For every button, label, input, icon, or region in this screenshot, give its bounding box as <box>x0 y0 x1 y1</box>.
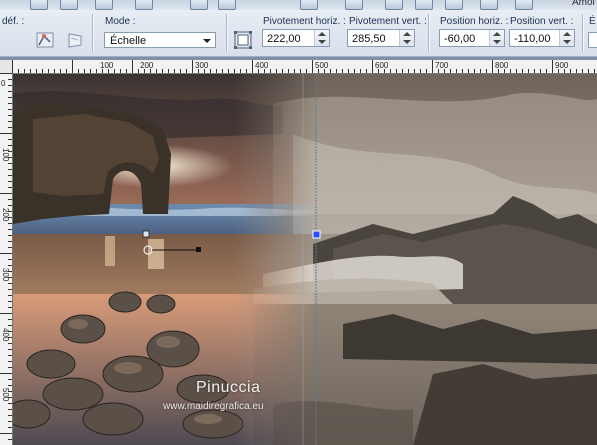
ruler-mark: 400 <box>1 328 10 342</box>
arrow-down-icon <box>318 40 326 44</box>
ruler-mark: 700 <box>435 61 449 70</box>
redo-icon[interactable] <box>218 0 236 10</box>
rot-v-spinner[interactable] <box>399 30 414 46</box>
info-icon[interactable] <box>345 0 363 10</box>
document-icon[interactable] <box>60 0 78 10</box>
view-icon[interactable] <box>385 0 403 10</box>
fit-icon[interactable] <box>480 0 498 10</box>
ruler-mark: 500 <box>315 61 329 70</box>
pos-v-spinner[interactable] <box>559 30 574 46</box>
rot-h-spinner[interactable] <box>314 30 329 46</box>
ruler-mark: 200 <box>140 61 154 70</box>
canvas-image[interactable]: Pinuccia www.maidiregrafica.eu <box>13 74 597 445</box>
ruler-mark: 900 <box>555 61 569 70</box>
pos-h-value: -60,00 <box>444 33 476 45</box>
undo-icon[interactable] <box>190 0 208 10</box>
print-icon[interactable] <box>135 0 153 10</box>
ruler-mark: 100 <box>100 61 114 70</box>
ruler-mark: 0 <box>1 79 6 88</box>
ruler-mark: 100 <box>1 148 10 162</box>
chevron-down-icon <box>203 39 211 43</box>
perspective-tool-icon[interactable] <box>64 30 86 50</box>
mode-select-value: Échelle <box>110 35 147 47</box>
deform-tool-icon[interactable] <box>34 30 56 50</box>
separator <box>226 14 228 52</box>
pos-h-label: Position horiz. : <box>440 16 509 27</box>
arrow-down-icon <box>493 40 501 44</box>
watermark-name: Pinuccia <box>196 379 261 396</box>
separator <box>582 14 584 52</box>
tool-options-bar: déf. : Mode : Échelle Pivotement horiz. … <box>0 10 597 57</box>
ruler-mark: 200 <box>1 208 10 222</box>
arrow-up-icon <box>563 32 571 36</box>
zoom-out-icon[interactable] <box>445 0 463 10</box>
rot-v-value: 285,50 <box>352 33 386 45</box>
rot-h-value: 222,00 <box>267 33 301 45</box>
mode-label: Mode : <box>105 16 136 27</box>
separator <box>92 14 94 52</box>
ruler-mark: 800 <box>495 61 509 70</box>
ruler-mark: 400 <box>255 61 269 70</box>
separator <box>428 14 430 52</box>
edge-label: É <box>589 16 596 27</box>
ruler-mark: 300 <box>1 268 10 282</box>
transform-mode-icon[interactable] <box>232 30 254 50</box>
rot-v-input[interactable]: 285,50 <box>347 29 415 47</box>
pos-h-input[interactable]: -60,00 <box>439 29 505 47</box>
rot-h-input[interactable]: 222,00 <box>262 29 330 47</box>
arrow-up-icon <box>318 32 326 36</box>
top-right-text: Amoi <box>572 0 595 8</box>
ruler-vertical: 0 100 200 300 400 500 <box>0 73 13 445</box>
rot-h-label: Pivotement horiz. : <box>263 16 346 27</box>
pos-v-input[interactable]: -110,00 <box>509 29 575 47</box>
palette-icon[interactable] <box>515 0 533 10</box>
edge-input[interactable] <box>588 32 597 48</box>
arrow-down-icon <box>563 40 571 44</box>
ruler-horizontal: 100 200 300 400 500 600 700 800 900 <box>12 60 597 74</box>
zoom-in-icon[interactable] <box>415 0 433 10</box>
arrow-up-icon <box>493 32 501 36</box>
pos-v-value: -110,00 <box>514 33 551 45</box>
ruler-mark: 600 <box>375 61 389 70</box>
def-label: déf. : <box>2 16 25 27</box>
landscape-artwork <box>13 74 597 445</box>
save-icon[interactable] <box>30 0 48 10</box>
pos-v-label: Position vert. : <box>510 16 574 27</box>
pos-h-spinner[interactable] <box>489 30 504 46</box>
globe-icon[interactable] <box>95 0 113 10</box>
ruler-mark: 500 <box>1 388 10 402</box>
mode-select[interactable]: Échelle <box>104 32 216 48</box>
arrow-down-icon <box>403 40 411 44</box>
watermark-url: www.maidiregrafica.eu <box>163 401 264 412</box>
effects-icon[interactable] <box>300 0 318 10</box>
rot-v-label: Pivotement vert. : <box>349 16 427 27</box>
arrow-up-icon <box>403 32 411 36</box>
ruler-mark: 300 <box>195 61 209 70</box>
